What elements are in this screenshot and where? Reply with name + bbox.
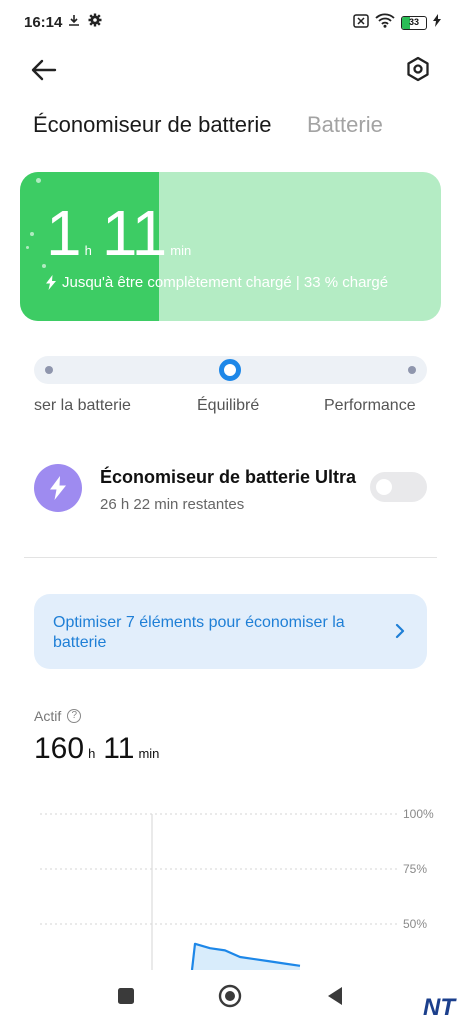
optimize-text: Optimiser 7 éléments pour économiser la … [53, 614, 345, 651]
battery-percent: 33 [408, 17, 419, 27]
settings-button[interactable] [405, 56, 433, 84]
arrow-left-icon [31, 59, 57, 81]
watermark-logo: NT [423, 994, 455, 1021]
home-button[interactable] [218, 984, 242, 1008]
ultra-saver-icon-badge [34, 464, 82, 512]
charge-hours: 1 [46, 197, 82, 269]
status-bar: 16:14 33 [0, 0, 461, 44]
y-tick-label: 50% [403, 917, 427, 931]
recents-button[interactable] [114, 984, 138, 1008]
mode-label-saver[interactable]: ser la batterie [34, 397, 131, 415]
ultra-saver-toggle[interactable] [370, 472, 427, 502]
active-hours-unit: h [88, 746, 96, 761]
active-hours: 160 [34, 732, 85, 765]
charge-subtitle: Jusqu'à être complètement chargé | 33 % … [46, 274, 388, 291]
download-icon [68, 14, 80, 32]
active-heading: Actif ? [34, 708, 82, 724]
charging-bolt-icon [433, 14, 441, 32]
back-button[interactable] [30, 56, 62, 84]
wifi-icon [375, 13, 395, 33]
active-minutes-unit: min [138, 746, 160, 761]
sim-off-icon [353, 13, 369, 33]
home-circle-icon [218, 984, 242, 1008]
battery-usage-chart: 100% 75% 50% [40, 807, 434, 970]
hexagon-settings-icon [407, 56, 429, 82]
mode-label-performance[interactable]: Performance [324, 397, 416, 415]
back-nav-button[interactable] [323, 984, 347, 1008]
mode-dot-saver [45, 366, 53, 374]
mode-dot-performance [408, 366, 416, 374]
chevron-right-icon [395, 623, 405, 639]
mode-slider-thumb[interactable] [219, 359, 241, 381]
bolt-icon [50, 476, 66, 500]
optimize-banner[interactable]: Optimiser 7 éléments pour économiser la … [34, 594, 427, 669]
tab-battery[interactable]: Batterie [307, 112, 383, 138]
gear-icon [88, 13, 102, 32]
charge-time-remaining: 1 h 11 min [46, 196, 201, 270]
y-tick-label: 75% [403, 862, 427, 876]
tab-battery-saver[interactable]: Économiseur de batterie [33, 112, 271, 138]
y-tick-label: 100% [403, 807, 434, 821]
back-triangle-icon [328, 987, 342, 1005]
power-mode-slider[interactable] [34, 356, 427, 384]
charge-minutes: 11 [101, 197, 167, 269]
active-minutes: 11 [103, 732, 135, 765]
ultra-saver-title: Économiseur de batterie Ultra [100, 467, 357, 487]
recents-square-icon [118, 988, 134, 1004]
status-time: 16:14 [24, 14, 63, 31]
active-label: Actif [34, 708, 62, 724]
charge-minutes-unit: min [170, 243, 192, 258]
divider [24, 557, 437, 558]
mode-label-balanced[interactable]: Équilibré [197, 397, 259, 415]
bolt-small-icon [46, 275, 56, 290]
charge-subtitle-text: Jusqu'à être complètement chargé | 33 % … [62, 274, 389, 291]
charge-hours-unit: h [84, 243, 92, 258]
navigation-bar: NT [0, 970, 461, 1024]
help-icon[interactable]: ? [67, 709, 82, 723]
ultra-saver-subtitle: 26 h 22 min restantes [100, 496, 245, 513]
battery-icon: 33 [401, 16, 427, 30]
active-time: 160 h 11 min [34, 732, 167, 766]
battery-status-card: 1 h 11 min Jusqu'à être complètement cha… [20, 172, 441, 321]
